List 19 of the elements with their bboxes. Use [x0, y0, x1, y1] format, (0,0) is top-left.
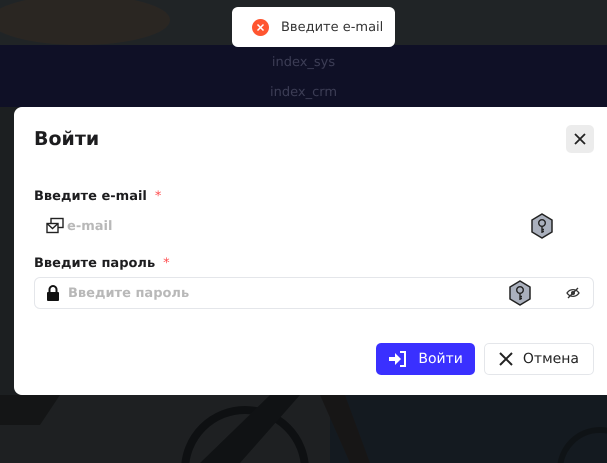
login-button[interactable]: Войти	[376, 343, 475, 375]
mail-icon	[46, 218, 64, 234]
required-mark: *	[154, 189, 162, 204]
close-icon	[498, 352, 513, 366]
password-field[interactable]: Введите пароль	[34, 277, 594, 309]
login-icon	[388, 350, 408, 368]
close-button[interactable]	[566, 125, 594, 153]
dialog-title: Войти	[34, 128, 100, 150]
key-icon	[530, 213, 554, 239]
email-field[interactable]: e-mail	[34, 210, 594, 242]
required-mark: *	[163, 256, 170, 271]
cancel-button[interactable]: Отмена	[484, 343, 594, 375]
key-icon	[508, 280, 532, 306]
close-icon	[574, 133, 586, 145]
toast-message: Введите e-mail	[281, 20, 384, 34]
hidden-eye-icon[interactable]	[566, 287, 580, 299]
lock-icon	[46, 285, 60, 301]
field-label: Введите пароль	[34, 256, 156, 271]
field-label: Введите e-mail	[34, 189, 147, 204]
